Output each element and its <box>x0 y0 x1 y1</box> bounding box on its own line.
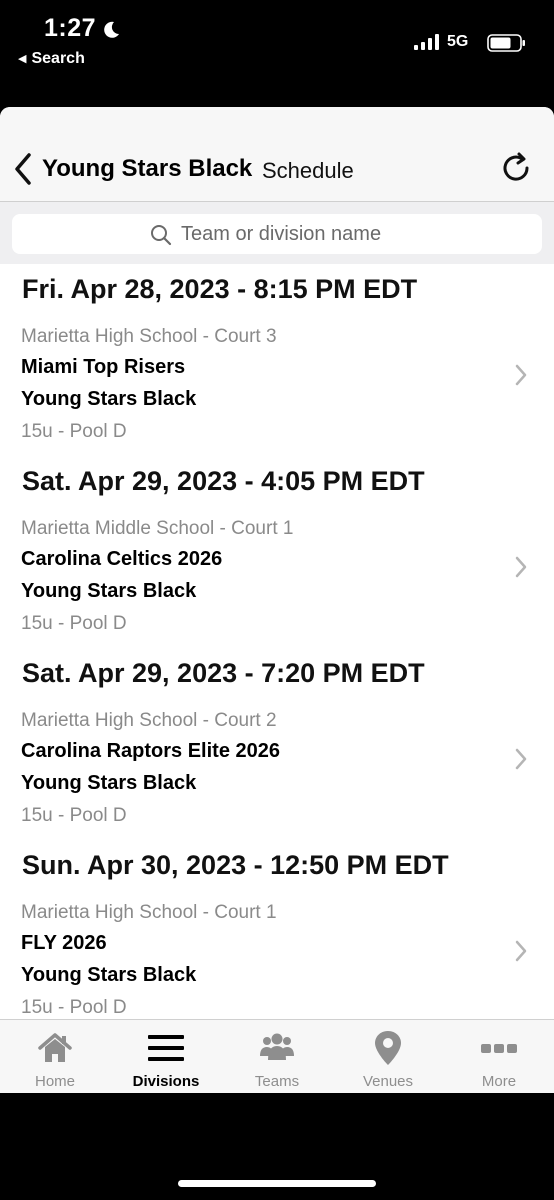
chevron-right-icon <box>515 364 527 386</box>
chevron-right-icon <box>515 940 527 962</box>
network-type: 5G <box>447 33 469 50</box>
team-title: Young Stars Black <box>42 155 253 182</box>
tab-home[interactable]: Home <box>0 1020 110 1093</box>
game-row[interactable]: Marietta Middle School - Court 1 Carolin… <box>0 518 554 648</box>
game-opponent: Carolina Celtics 2026 <box>21 548 223 570</box>
game-pool: 15u - Pool D <box>21 613 127 634</box>
game-team: Young Stars Black <box>21 964 197 986</box>
game-opponent: Miami Top Risers <box>21 356 186 378</box>
home-indicator[interactable] <box>178 1180 376 1187</box>
game-venue: Marietta High School - Court 1 <box>21 902 277 923</box>
tab-teams[interactable]: Teams <box>222 1020 332 1093</box>
page-title: Schedule <box>262 158 354 183</box>
game-row[interactable]: Marietta High School - Court 3 Miami Top… <box>0 326 554 456</box>
schedule-list: Fri. Apr 28, 2023 - 8:15 PM EDT Marietta… <box>0 264 554 1019</box>
game-venue: Marietta High School - Court 3 <box>21 326 277 347</box>
people-icon <box>260 1033 294 1060</box>
game-pool: 15u - Pool D <box>21 997 127 1018</box>
search-bar: Team or division name <box>0 202 554 264</box>
back-app-label: Search <box>31 50 85 67</box>
game-opponent: Carolina Raptors Elite 2026 <box>21 740 280 762</box>
search-icon <box>151 225 172 246</box>
map-pin-icon <box>375 1031 401 1065</box>
tab-more-label: More <box>481 1073 517 1090</box>
status-bar: 1:27 ◀ Search 5G <box>0 0 554 80</box>
chevron-right-icon <box>515 748 527 770</box>
battery-icon <box>487 34 525 52</box>
game-date-header: Sat. Apr 29, 2023 - 7:20 PM EDT <box>22 658 425 688</box>
game-pool: 15u - Pool D <box>21 421 127 442</box>
chevron-right-icon <box>515 556 527 578</box>
back-to-app-link[interactable]: ◀ Search <box>18 50 85 68</box>
tab-divisions[interactable]: Divisions <box>111 1020 221 1093</box>
game-pool: 15u - Pool D <box>21 805 127 826</box>
tab-venues-label: Venues <box>362 1073 414 1090</box>
refresh-icon[interactable] <box>500 151 534 185</box>
status-time: 1:27 <box>44 14 97 42</box>
game-venue: Marietta Middle School - Court 1 <box>21 518 294 539</box>
back-chevron-icon[interactable] <box>12 151 34 187</box>
nav-header: Young Stars Black Schedule <box>0 107 554 202</box>
back-triangle-icon: ◀ <box>18 53 27 65</box>
search-input[interactable]: Team or division name <box>12 214 542 254</box>
game-row[interactable]: Marietta High School - Court 1 FLY 2026 … <box>0 902 554 1019</box>
moon-icon <box>104 21 119 38</box>
game-row[interactable]: Marietta High School - Court 2 Carolina … <box>0 710 554 840</box>
tab-venues[interactable]: Venues <box>333 1020 443 1093</box>
tab-home-label: Home <box>34 1073 75 1090</box>
game-team: Young Stars Black <box>21 388 197 410</box>
tab-teams-label: Teams <box>254 1073 300 1090</box>
game-date-header: Sun. Apr 30, 2023 - 12:50 PM EDT <box>22 850 449 880</box>
game-team: Young Stars Black <box>21 580 197 602</box>
app-screen: Young Stars Black Schedule Team or divis… <box>0 107 554 1093</box>
tab-more[interactable]: More <box>444 1020 554 1093</box>
game-team: Young Stars Black <box>21 772 197 794</box>
tab-bar: Home Divisions Teams Venues More <box>0 1019 554 1093</box>
signal-icon <box>414 34 439 50</box>
more-icon <box>481 1044 517 1053</box>
tab-divisions-label: Divisions <box>132 1073 200 1090</box>
game-opponent: FLY 2026 <box>21 932 107 954</box>
game-venue: Marietta High School - Court 2 <box>21 710 277 731</box>
game-date-header: Fri. Apr 28, 2023 - 8:15 PM EDT <box>22 274 418 304</box>
menu-icon <box>148 1035 184 1061</box>
game-date-header: Sat. Apr 29, 2023 - 4:05 PM EDT <box>22 466 425 496</box>
home-icon <box>38 1033 72 1062</box>
search-placeholder: Team or division name <box>181 223 382 245</box>
